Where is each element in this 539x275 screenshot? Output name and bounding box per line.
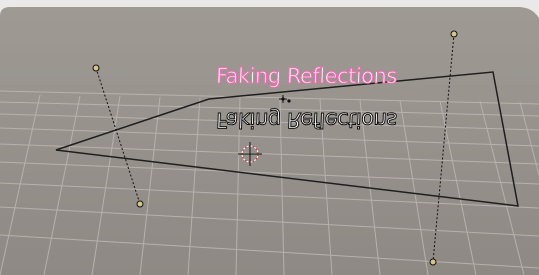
3d-viewport[interactable]: Faking Reflections Faking Reflections bbox=[0, 0, 539, 275]
viewport-canvas[interactable] bbox=[0, 0, 539, 275]
3d-text-title[interactable]: Faking Reflections bbox=[215, 64, 398, 89]
3d-text-reflection[interactable]: Faking Reflections bbox=[215, 108, 398, 133]
